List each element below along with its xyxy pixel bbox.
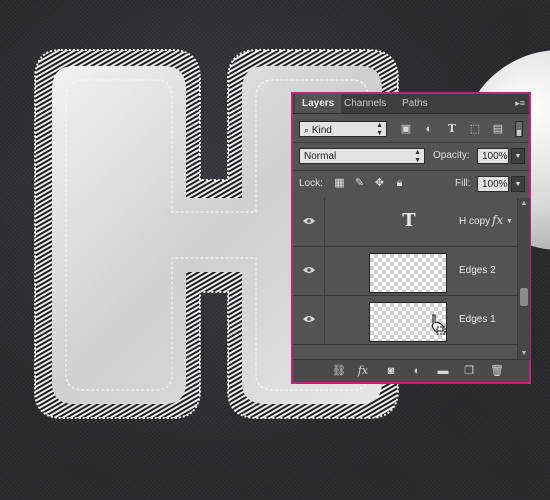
scrollbar-thumb[interactable] [520,288,528,306]
tab-layers[interactable]: Layers [295,94,342,113]
adjustment-filter-icon[interactable]: ◐ [422,122,436,136]
search-icon: ⌕ [304,125,310,135]
visibility-toggle[interactable] [293,247,325,295]
blend-row: Normal ▲ ▼ Opacity: 100% ▼ [293,142,529,171]
lock-transparent-pixels-icon[interactable]: ▦ [333,177,346,190]
layers-list: T H copy fx ▼ Edges 2 Edges 1 [293,198,517,360]
lock-image-pixels-icon[interactable]: ✎ [353,177,366,190]
eye-icon [303,267,315,273]
add-mask-icon[interactable]: ◙ [383,363,399,379]
smart-object-filter-icon[interactable]: ▤ [491,122,505,136]
type-filter-icon[interactable]: T [445,122,459,136]
link-layers-icon[interactable]: ⛓︎ [331,363,347,379]
tab-channels[interactable]: Channels [337,94,393,113]
select-arrows-icon: ▲ ▼ [376,122,383,137]
eye-icon [303,316,315,322]
eye-icon [303,218,315,224]
fx-icon[interactable]: fx [492,213,503,227]
layer-name[interactable]: Edges 1 [459,314,496,325]
layer-thumbnail [369,253,447,293]
opacity-dropdown-button[interactable]: ▼ [511,148,525,164]
layer-filter-row: ⌕ Kind ▲ ▼ ▣ ◐ T ⬚ ▤ [293,116,529,143]
panel-menu-icon[interactable]: ▸≡ [513,98,525,108]
fill-dropdown-button[interactable]: ▼ [511,176,525,192]
filter-kind-label: Kind [311,125,332,136]
layer-name[interactable]: H copy [459,216,490,227]
layer-thumbnail [369,302,447,342]
new-layer-icon[interactable]: ❐ [461,363,477,379]
visibility-toggle[interactable] [293,296,325,344]
opacity-field[interactable]: 100% [477,148,509,164]
lock-position-icon[interactable]: ✥ [373,177,386,190]
scroll-up-icon[interactable]: ▲ [520,200,528,208]
panel-footer: ⛓︎ fx ◙ ◐ ▬ ❐ 🗑︎ [293,359,529,382]
layers-panel: Layers Channels Paths ▸≡ ⌕ Kind ▲ ▼ ▣ ◐ T… [291,92,531,384]
chevron-down-icon[interactable]: ▼ [506,218,513,225]
add-layer-style-icon[interactable]: fx [355,363,371,379]
panel-tab-bar: Layers Channels Paths ▸≡ [293,94,529,114]
layer-row[interactable]: T H copy fx ▼ [293,198,517,247]
filter-kind-select[interactable]: ⌕ Kind ▲ ▼ [299,121,387,137]
blend-mode-value: Normal [304,151,337,162]
delete-layer-icon[interactable]: 🗑︎ [489,363,505,379]
lock-all-icon[interactable]: 🔒︎ [393,177,406,190]
hand-cursor-icon [431,314,446,335]
new-group-icon[interactable]: ▬ [435,363,451,379]
type-layer-thumb: T [402,210,416,231]
layer-row[interactable]: Edges 1 [293,296,517,345]
visibility-toggle[interactable] [293,198,325,246]
blend-mode-select[interactable]: Normal ▲ ▼ [299,148,425,164]
image-filter-icon[interactable]: ▣ [399,122,413,136]
filter-toggle[interactable] [515,121,523,137]
layer-row[interactable]: Edges 2 [293,247,517,296]
fill-label: Fill: [455,178,471,189]
lock-label: Lock: [299,178,323,189]
scroll-down-icon[interactable]: ▼ [520,350,528,358]
tab-paths[interactable]: Paths [395,94,435,113]
layer-name[interactable]: Edges 2 [459,265,496,276]
opacity-label: Opacity: [433,150,470,161]
select-arrows-icon: ▲ ▼ [414,149,421,164]
fill-field[interactable]: 100% [477,176,509,192]
new-adjustment-layer-icon[interactable]: ◐ [409,363,425,379]
shape-filter-icon[interactable]: ⬚ [468,122,482,136]
lock-row: Lock: ▦ ✎ ✥ 🔒︎ Fill: 100% ▼ [293,170,529,199]
layers-scrollbar[interactable]: ▲ ▼ [517,198,530,360]
